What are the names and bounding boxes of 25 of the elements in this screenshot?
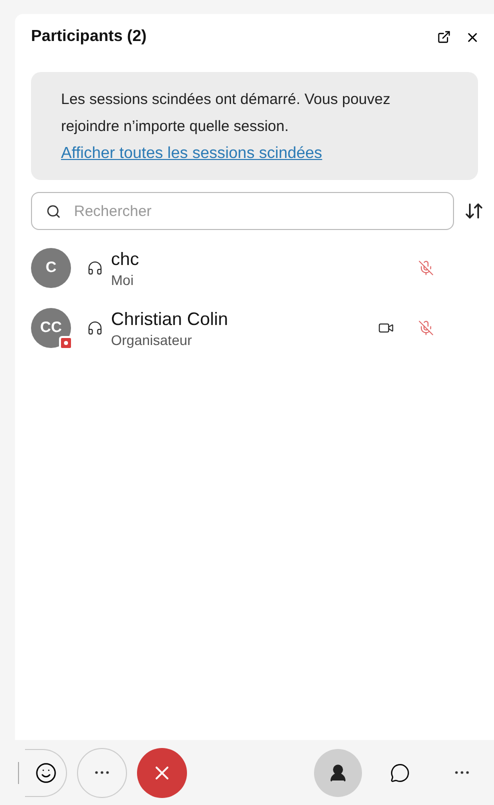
participant-name: Christian Colin — [111, 308, 230, 331]
participants-button[interactable] — [314, 748, 362, 796]
panel-title: Participants (2) — [31, 27, 148, 47]
avatar: CC — [31, 308, 71, 348]
headset-icon — [87, 260, 103, 276]
avatar: C — [31, 248, 71, 288]
muted-mic-icon[interactable] — [418, 260, 434, 276]
notice-text: Les sessions scindées ont démarré. Vous pouvez rejoindre n’importe quelle session. — [61, 90, 392, 137]
ellipsis-icon — [95, 771, 109, 774]
participant-role: Moi — [111, 271, 135, 289]
headset-icon — [87, 320, 103, 336]
sort-icon[interactable] — [464, 201, 484, 221]
ellipsis-icon — [455, 771, 469, 774]
search-field[interactable]: Rechercher — [31, 192, 454, 230]
chat-icon — [390, 762, 410, 782]
muted-mic-icon[interactable] — [418, 320, 434, 336]
pop-out-icon[interactable] — [437, 30, 451, 44]
smiley-icon — [34, 762, 56, 784]
participant-name: chc — [111, 248, 140, 271]
participant-role: Organisateur — [111, 331, 193, 349]
search-icon — [46, 204, 61, 219]
reactions-button[interactable] — [25, 748, 67, 796]
person-icon — [328, 762, 348, 782]
leave-button[interactable] — [137, 748, 187, 798]
breakout-sessions-link[interactable]: Afficher toutes les sessions scindées — [61, 142, 448, 166]
